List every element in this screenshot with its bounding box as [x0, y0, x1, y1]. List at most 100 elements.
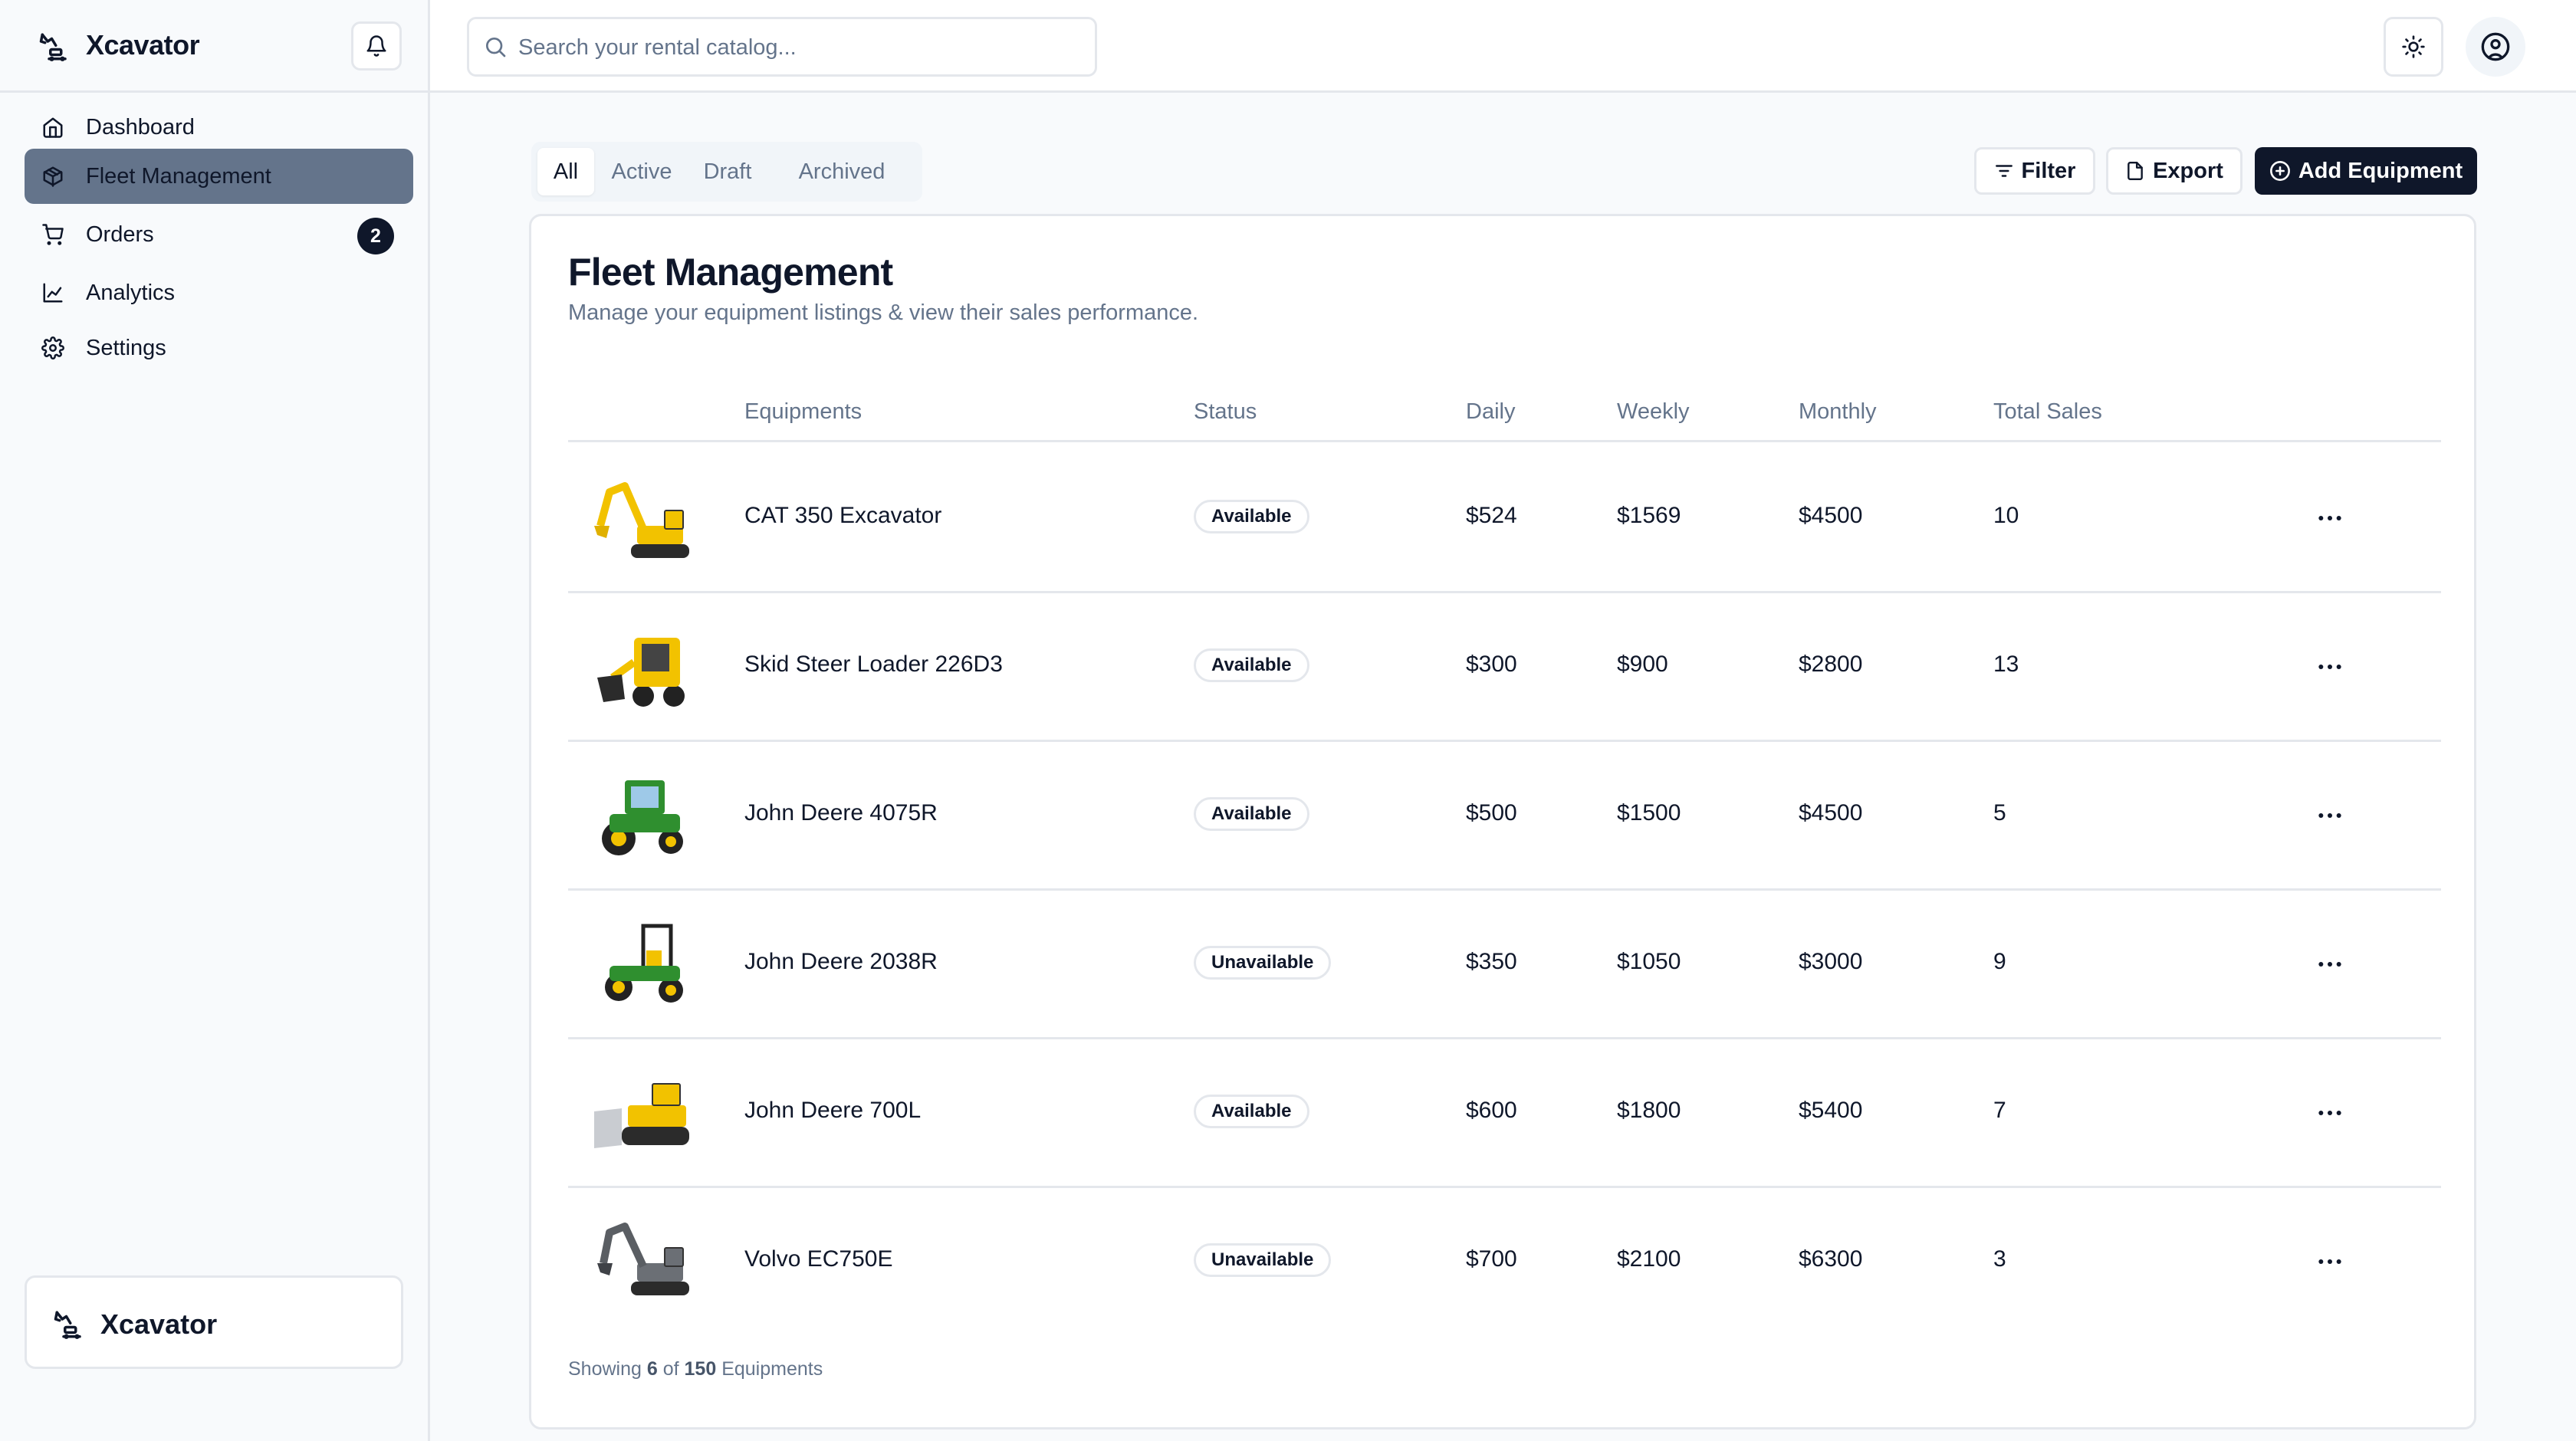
export-label: Export — [2153, 158, 2223, 183]
add-equipment-label: Add Equipment — [2298, 158, 2463, 183]
orders-count-badge: 2 — [357, 218, 394, 254]
column-header-weekly[interactable]: Weekly — [1617, 388, 1690, 435]
main-content: All Active Draft Archived Filter Export … — [430, 93, 2576, 1441]
tab-draft[interactable]: Draft — [689, 148, 766, 195]
filter-icon — [1995, 165, 2013, 177]
theme-toggle-button[interactable] — [2384, 17, 2443, 77]
more-actions-icon[interactable] — [2315, 1098, 2345, 1128]
status-badge: Unavailable — [1194, 1243, 1332, 1277]
sidebar-brand-name: Xcavator — [100, 1308, 218, 1340]
daily-rate: $350 — [1466, 949, 1517, 974]
total-sales: 7 — [1993, 1098, 2006, 1123]
sun-icon — [2402, 35, 2425, 58]
equipment-name: Volvo EC750E — [744, 1246, 893, 1272]
excavator-yellow-thumbnail — [594, 482, 689, 558]
weekly-rate: $1500 — [1617, 800, 1681, 826]
notifications-button[interactable] — [351, 21, 402, 71]
weekly-rate: $1800 — [1617, 1098, 1681, 1123]
plus-circle-icon — [2269, 161, 2290, 181]
daily-rate: $524 — [1466, 503, 1517, 528]
page-title: Fleet Management — [568, 251, 893, 294]
sidebar-item-label: Settings — [86, 335, 166, 360]
status-badge: Available — [1194, 500, 1309, 533]
table-row[interactable]: CAT 350 Excavator Available $524 $1569 $… — [568, 445, 2441, 593]
gear-icon — [41, 336, 64, 359]
tractor-green-small-thumbnail — [605, 924, 683, 1003]
sidebar-item-label: Fleet Management — [86, 163, 271, 189]
daily-rate: $500 — [1466, 800, 1517, 826]
tractor-green-thumbnail — [602, 780, 683, 855]
monthly-rate: $5400 — [1799, 1098, 1863, 1123]
daily-rate: $700 — [1466, 1246, 1517, 1272]
more-actions-icon[interactable] — [2315, 503, 2345, 533]
sidebar-header: Xcavator — [0, 0, 428, 93]
sidebar-item-orders[interactable]: Orders 2 — [25, 207, 413, 262]
add-equipment-button[interactable]: Add Equipment — [2255, 147, 2477, 195]
daily-rate: $300 — [1466, 652, 1517, 677]
home-icon — [43, 117, 63, 138]
search-input[interactable] — [518, 27, 1086, 68]
monthly-rate: $2800 — [1799, 652, 1863, 677]
summary-of: of — [662, 1358, 679, 1380]
table-row[interactable]: Skid Steer Loader 226D3 Available $300 $… — [568, 593, 2441, 742]
table-row[interactable]: John Deere 2038R Unavailable $350 $1050 … — [568, 891, 2441, 1039]
sidebar-brand-card[interactable]: Xcavator — [25, 1275, 403, 1369]
table-row[interactable]: John Deere 700L Available $600 $1800 $54… — [568, 1039, 2441, 1188]
page-subtitle: Manage your equipment listings & view th… — [568, 300, 1199, 325]
status-tabs: All Active Draft Archived — [531, 142, 922, 202]
column-header-monthly[interactable]: Monthly — [1799, 388, 1877, 435]
excavator-gray-thumbnail — [597, 1223, 689, 1295]
total-sales: 9 — [1993, 949, 2006, 974]
column-header-status[interactable]: Status — [1194, 388, 1257, 435]
user-circle-icon — [2481, 32, 2510, 61]
filter-button[interactable]: Filter — [1974, 147, 2095, 195]
line-chart-icon — [43, 283, 63, 303]
more-actions-icon[interactable] — [2315, 652, 2345, 682]
bell-icon — [366, 35, 386, 57]
skid-steer-thumbnail — [597, 638, 685, 707]
column-header-total-sales[interactable]: Total Sales — [1993, 388, 2102, 435]
equipment-name: CAT 350 Excavator — [744, 503, 942, 528]
top-header — [430, 0, 2576, 93]
export-button[interactable]: Export — [2106, 147, 2242, 195]
total-sales: 10 — [1993, 503, 2019, 528]
more-actions-icon[interactable] — [2315, 1246, 2345, 1277]
total-sales: 5 — [1993, 800, 2006, 826]
column-header-daily[interactable]: Daily — [1466, 388, 1515, 435]
tab-archived[interactable]: Archived — [769, 148, 915, 195]
dozer-yellow-thumbnail — [594, 1083, 689, 1148]
sidebar-item-analytics[interactable]: Analytics — [25, 265, 413, 320]
column-header-equipments[interactable]: Equipments — [744, 388, 862, 435]
summary-prefix: Showing — [568, 1358, 642, 1380]
status-badge: Available — [1194, 648, 1309, 682]
monthly-rate: $4500 — [1799, 800, 1863, 826]
weekly-rate: $2100 — [1617, 1246, 1681, 1272]
package-icon — [43, 166, 63, 187]
sidebar-item-settings[interactable]: Settings — [25, 320, 413, 376]
total-sales: 13 — [1993, 652, 2019, 677]
monthly-rate: $3000 — [1799, 949, 1863, 974]
sidebar-item-label: Analytics — [86, 280, 176, 305]
sidebar: Xcavator Dashboard Fleet Management Orde… — [0, 0, 430, 1441]
sidebar-item-label: Dashboard — [86, 114, 195, 140]
sidebar-item-label: Orders — [86, 222, 154, 247]
more-actions-icon[interactable] — [2315, 800, 2345, 831]
tab-all[interactable]: All — [537, 148, 594, 195]
table-row[interactable]: Volvo EC750E Unavailable $700 $2100 $630… — [568, 1188, 2441, 1337]
total-sales: 3 — [1993, 1246, 2006, 1272]
weekly-rate: $1050 — [1617, 949, 1681, 974]
more-actions-icon[interactable] — [2315, 949, 2345, 980]
user-menu-button[interactable] — [2466, 17, 2525, 77]
table-header: Equipments Status Daily Weekly Monthly T… — [568, 388, 2441, 442]
sidebar-item-dashboard[interactable]: Dashboard — [25, 100, 413, 155]
summary-total-count: 150 — [684, 1358, 717, 1380]
pagination-summary: Showing 6 of 150 Equipments — [568, 1358, 823, 1380]
tab-active[interactable]: Active — [597, 148, 686, 195]
excavator-logo-icon — [39, 33, 67, 61]
sidebar-item-fleet-management[interactable]: Fleet Management — [25, 149, 413, 204]
table-row[interactable]: John Deere 4075R Available $500 $1500 $4… — [568, 742, 2441, 891]
brand-name: Xcavator — [86, 29, 200, 61]
excavator-logo-icon — [54, 1311, 81, 1339]
search-box[interactable] — [467, 17, 1097, 77]
monthly-rate: $6300 — [1799, 1246, 1863, 1272]
